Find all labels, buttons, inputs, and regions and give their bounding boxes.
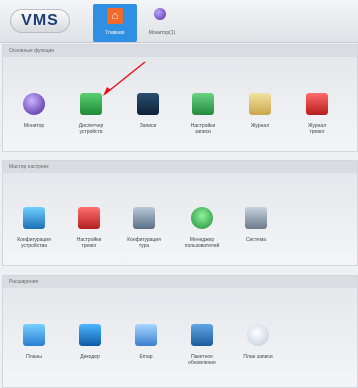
item-label: План записи: [243, 354, 273, 360]
section-title: Мастер настроек: [3, 161, 357, 173]
section-basic-functions: Основные функции Монитор Диспетчер устро…: [2, 44, 358, 152]
alarm-log-icon: [306, 93, 328, 115]
item-label: Декодер: [80, 354, 100, 360]
log-icon: [249, 93, 271, 115]
decoder-icon: [79, 324, 101, 346]
record-plan-icon: [247, 324, 269, 346]
alarm-settings-icon: [78, 207, 100, 229]
user-manager-icon: [191, 207, 213, 229]
app-logo: VMS: [10, 9, 70, 33]
tab-home-label: Главная: [105, 30, 125, 36]
record-settings-icon: [192, 93, 214, 115]
monitor-icon: [23, 93, 45, 115]
item-label: Конфигурация устройства: [17, 237, 51, 249]
item-label: Планы: [26, 354, 42, 360]
item-label: Пакетное обновление: [188, 354, 216, 366]
section-title: Расширения: [3, 276, 357, 288]
item-label: Emap: [139, 354, 153, 360]
tab-home[interactable]: ⌂ Главная: [93, 4, 137, 42]
plans-icon: [23, 324, 45, 346]
item-label: Записи: [139, 123, 157, 129]
section-extensions: Расширения Планы Декодер Emap Пакетное о…: [2, 275, 358, 388]
records-icon: [137, 93, 159, 115]
section-setup-wizard: Мастер настроек Конфигурация устройства …: [2, 160, 358, 266]
system-gear-icon: [245, 207, 267, 229]
top-bar: VMS ⌂ Главная Монитор(1): [0, 0, 358, 43]
monitor-tab-icon: [154, 8, 166, 20]
tab-monitor[interactable]: Монитор(1): [146, 6, 176, 40]
device-config-icon: [23, 207, 45, 229]
device-manager-icon: [80, 93, 102, 115]
item-label: Монитор: [23, 123, 45, 129]
item-label: Система: [245, 237, 267, 243]
section-title: Основные функции: [3, 45, 357, 57]
home-icon: ⌂: [107, 8, 123, 24]
tab-monitor-label: Монитор(1): [148, 30, 176, 36]
item-label: Настройки тревог: [76, 237, 102, 249]
item-label: Журнал: [250, 123, 270, 129]
item-label: Настройки записи: [190, 123, 216, 135]
item-label: Конфигурация тура: [127, 237, 161, 249]
tour-config-icon: [133, 207, 155, 229]
emap-icon: [135, 324, 157, 346]
item-label: Диспетчер устройств: [78, 123, 104, 135]
batch-update-icon: [191, 324, 213, 346]
item-label: Журнал тревог: [307, 123, 327, 135]
item-label: Менеджер пользователей: [184, 237, 220, 249]
